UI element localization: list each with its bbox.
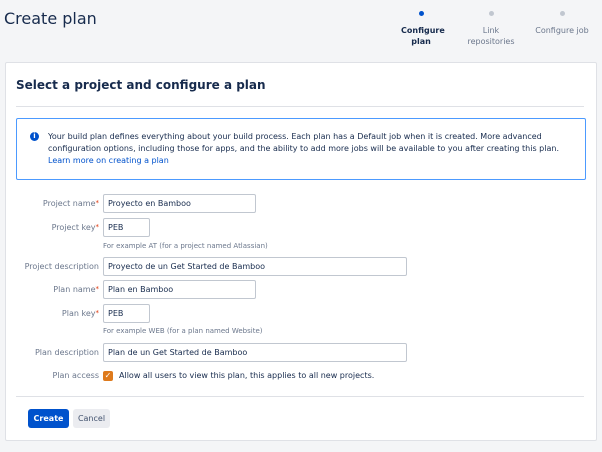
step-label: Link repositories	[467, 26, 515, 46]
step-label: Configure plan	[401, 26, 445, 46]
info-body: Your build plan defines everything about…	[48, 132, 559, 153]
plan-key-input[interactable]: PEB	[103, 304, 150, 323]
plan-key-label: Plan key*	[61, 309, 100, 318]
project-key-input[interactable]: PEB	[103, 218, 150, 237]
step-configure-job: Configure job	[531, 8, 593, 36]
step-label: Configure job	[535, 26, 589, 35]
create-plan-card: Select a project and configure a plan i …	[5, 62, 597, 441]
row-project-name: Project name* Proyecto en Bamboo	[6, 194, 596, 214]
info-icon: i	[30, 132, 39, 141]
step-configure-plan: Configure plan	[391, 8, 451, 47]
plan-access-checkbox-label[interactable]: Allow all users to view this plan, this …	[119, 371, 374, 380]
step-dot-icon	[559, 11, 565, 16]
project-name-label: Project name*	[42, 199, 100, 208]
plan-name-input[interactable]: Plan en Bamboo	[103, 280, 256, 299]
plan-description-label: Plan description	[34, 348, 99, 357]
info-message: i Your build plan defines everything abo…	[16, 118, 586, 180]
step-dot-icon	[488, 11, 494, 16]
step-link-repositories: Link repositories	[461, 8, 521, 47]
required-mark: *	[95, 223, 100, 231]
learn-more-link[interactable]: Learn more on creating a plan	[48, 156, 169, 165]
required-mark: *	[95, 309, 100, 317]
cancel-button[interactable]: Cancel	[73, 409, 110, 428]
row-plan-access: Plan access ✓ Allow all users to view th…	[6, 368, 596, 388]
required-mark: *	[95, 285, 100, 293]
progress-steps: Configure plan Link repositories Configu…	[0, 8, 602, 53]
project-key-hint: For example AT (for a project named Atla…	[103, 242, 268, 250]
section-title: Select a project and configure a plan	[16, 78, 266, 92]
row-project-description: Project description Proyecto de un Get S…	[6, 257, 596, 277]
plan-description-input[interactable]: Plan de un Get Started de Bamboo	[103, 343, 407, 362]
create-button[interactable]: Create	[28, 409, 69, 428]
row-plan-description: Plan description Plan de un Get Started …	[6, 343, 596, 363]
footer-divider	[16, 396, 584, 397]
plan-key-hint: For example WEB (for a plan named Websit…	[103, 327, 263, 335]
plan-access-checkbox[interactable]: ✓	[103, 371, 113, 381]
row-plan-name: Plan name* Plan en Bamboo	[6, 280, 596, 300]
required-mark: *	[95, 199, 100, 207]
row-plan-key: Plan key* PEB	[6, 304, 596, 324]
step-dot-icon	[418, 11, 424, 16]
plan-name-label: Plan name*	[53, 285, 99, 294]
project-name-input[interactable]: Proyecto en Bamboo	[103, 194, 256, 213]
project-description-label: Project description	[24, 262, 99, 271]
section-divider	[16, 106, 584, 107]
project-key-label: Project key*	[51, 223, 100, 232]
project-description-input[interactable]: Proyecto de un Get Started de Bamboo	[103, 257, 407, 276]
info-text: Your build plan defines everything about…	[48, 131, 578, 167]
plan-access-label: Plan access	[52, 371, 99, 380]
row-project-key: Project key* PEB	[6, 218, 596, 238]
